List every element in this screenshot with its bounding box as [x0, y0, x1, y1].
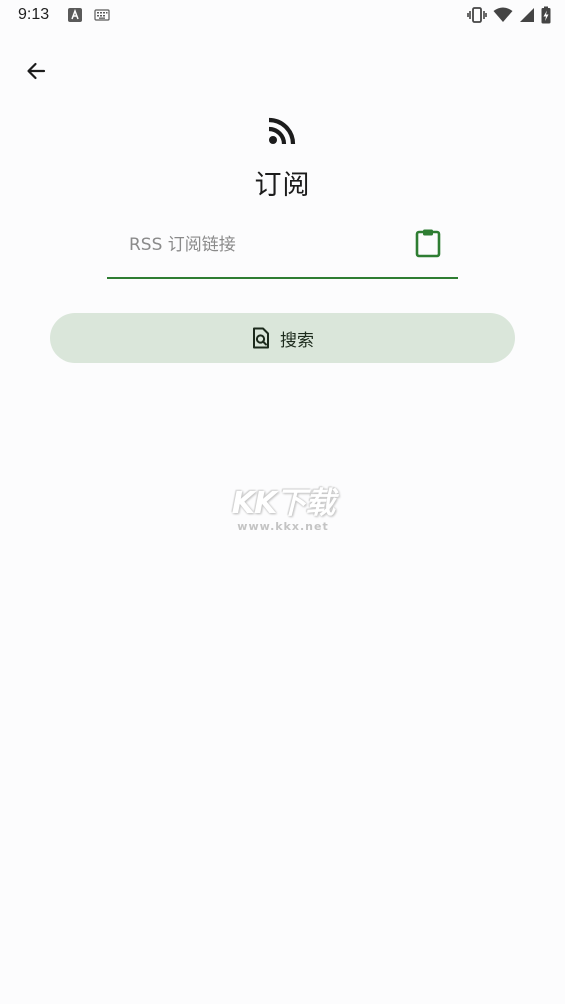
- rss-url-field: [107, 218, 458, 279]
- search-button[interactable]: 搜索: [50, 313, 515, 363]
- document-search-icon: [253, 327, 269, 349]
- back-button[interactable]: [20, 55, 52, 87]
- watermark-url: www.kkx.net: [237, 520, 329, 533]
- search-button-label: 搜索: [280, 330, 314, 351]
- arrow-back-icon: [27, 62, 46, 80]
- battery-charging-icon: [541, 6, 551, 24]
- status-time: 9:13: [18, 6, 50, 23]
- rss-url-input[interactable]: [127, 232, 411, 258]
- vibrate-icon: [467, 7, 487, 23]
- signal-icon: [520, 8, 534, 22]
- page-title: 订阅: [254, 170, 311, 201]
- watermark: KK下载 www.kkx.net: [222, 478, 344, 536]
- status-bar: 9:13: [0, 0, 565, 32]
- font-a-icon: [68, 8, 82, 22]
- status-right-icons: [467, 5, 551, 25]
- watermark-logo: KK下载: [231, 486, 336, 521]
- wifi-icon: [493, 7, 513, 22]
- keyboard-icon: [94, 9, 110, 21]
- clipboard-paste-icon[interactable]: [415, 228, 441, 258]
- rss-feed-icon: [268, 117, 296, 145]
